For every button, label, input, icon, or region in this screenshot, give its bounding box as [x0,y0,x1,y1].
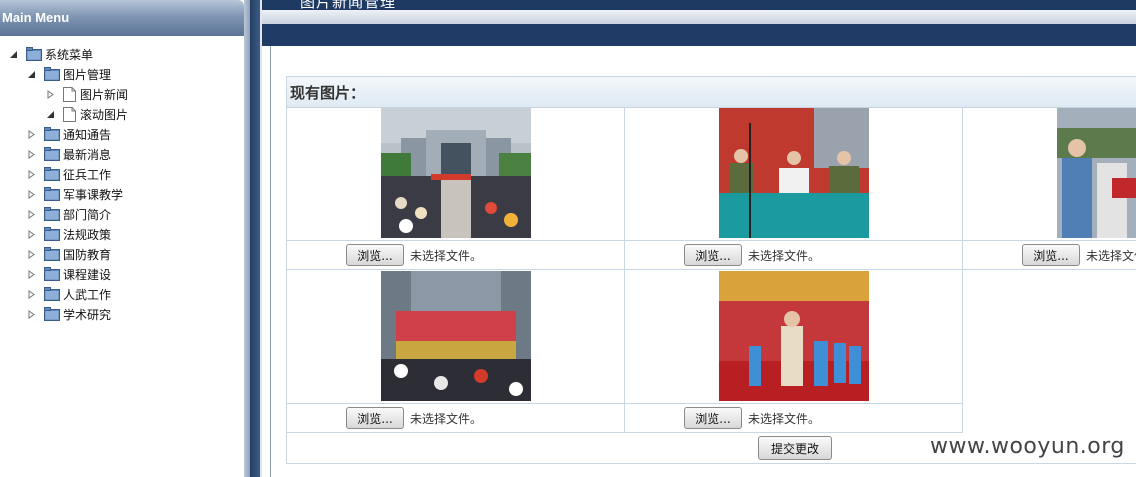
folder-icon [44,267,60,281]
collapsed-arrow-icon[interactable] [28,309,35,319]
tree-item-label: 国防教育 [63,247,112,262]
tree-item-label: 课程建设 [63,267,112,282]
document-icon [63,86,76,102]
picture-cell [287,270,625,404]
collapsed-arrow-icon[interactable] [28,149,35,159]
folder-icon [26,47,42,61]
expanded-arrow-icon[interactable] [10,50,17,58]
tree-item-label: 部门简介 [63,207,112,222]
submit-changes-button[interactable]: 提交更改 [758,436,832,460]
file-input-cell: 浏览... 未选择文件。 [963,241,1136,270]
folder-icon [44,67,60,81]
file-input-cell: 浏览... 未选择文件。 [287,241,625,270]
collapsed-arrow-icon[interactable] [28,269,35,279]
tree-item-picture-news[interactable]: 图片新闻 [47,84,128,104]
sidebar: Main Menu 系统菜单 图片管理 图片新闻 滚动图片 通知通告最新消息征兵… [0,0,246,477]
folder-icon [44,247,60,261]
tree-item[interactable]: 征兵工作 [28,164,111,184]
picture-cell [287,108,625,241]
tree-item-label: 征兵工作 [63,167,112,182]
file-status: 未选择文件。 [410,248,483,263]
tree-root-label: 系统菜单 [45,47,94,62]
collapsed-arrow-icon[interactable] [28,289,35,299]
tree-group-picture-management[interactable]: 图片管理 [28,64,111,84]
tree-item-label: 滚动图片 [80,107,129,122]
picture-thumbnail[interactable] [1057,108,1136,238]
picture-thumbnail[interactable] [719,108,869,238]
tree-item-label: 人武工作 [63,287,112,302]
browse-button[interactable]: 浏览... [346,244,404,266]
document-icon [63,106,76,122]
file-input-cell: 浏览... 未选择文件。 [625,241,963,270]
picture-cell [625,108,963,241]
tree-item[interactable]: 通知通告 [28,124,111,144]
folder-icon [44,127,60,141]
browse-button[interactable]: 浏览... [1022,244,1080,266]
content-border [270,46,271,477]
folder-icon [44,227,60,241]
tree-group-label: 图片管理 [63,67,112,82]
frame-divider [250,0,260,477]
tree-item[interactable]: 人武工作 [28,284,111,304]
tree-item-label: 图片新闻 [80,87,129,102]
browse-button[interactable]: 浏览... [346,407,404,429]
picture-panel: 现有图片： 浏览... 未选择文件。 浏览... 未选择文件。 浏览... 未选… [286,76,1136,464]
picture-thumbnail[interactable] [381,108,531,238]
nav-bar [262,24,1136,46]
sidebar-title: Main Menu [2,10,70,25]
file-input-cell: 浏览... 未选择文件。 [287,404,625,433]
tree-item[interactable]: 部门简介 [28,204,111,224]
file-input[interactable]: 浏览... 未选择文件。 [346,244,482,266]
file-status: 未选择文件。 [1086,248,1136,263]
sub-bar [262,10,1136,24]
frame-divider-highlight [260,0,262,477]
tree-item-label: 军事课教学 [63,187,124,202]
picture-thumbnail[interactable] [381,271,531,401]
folder-icon [44,307,60,321]
collapsed-arrow-icon[interactable] [28,189,35,199]
file-status: 未选择文件。 [748,411,821,426]
file-input[interactable]: 浏览... 未选择文件。 [684,407,820,429]
collapsed-arrow-icon[interactable] [28,249,35,259]
browse-button[interactable]: 浏览... [684,407,742,429]
panel-header: 现有图片： [287,77,1136,108]
file-input[interactable]: 浏览... 未选择文件。 [346,407,482,429]
tree-item[interactable]: 法规政策 [28,224,111,244]
collapsed-arrow-icon[interactable] [28,209,35,219]
tree-item-label: 通知通告 [63,127,112,142]
tree-item-scrolling-pictures[interactable]: 滚动图片 [47,104,128,124]
picture-cell [625,270,963,404]
folder-icon [44,287,60,301]
file-input-cell: 浏览... 未选择文件。 [625,404,963,433]
tree-item[interactable]: 最新消息 [28,144,111,164]
tree-root[interactable]: 系统菜单 [10,44,93,64]
file-input[interactable]: 浏览... 未选择文件。 [1022,244,1136,266]
file-status: 未选择文件。 [410,411,483,426]
folder-icon [44,167,60,181]
tree-item-label: 学术研究 [63,307,112,322]
tree-item[interactable]: 课程建设 [28,264,111,284]
sidebar-header: Main Menu [0,0,244,36]
expanded-arrow-icon[interactable] [47,110,54,118]
folder-icon [44,187,60,201]
picture-thumbnail[interactable] [719,271,869,401]
tree-item-label: 最新消息 [63,147,112,162]
picture-cell [963,108,1136,241]
folder-icon [44,207,60,221]
collapsed-arrow-icon[interactable] [28,129,35,139]
tree-item-label: 法规政策 [63,227,112,242]
file-status: 未选择文件。 [748,248,821,263]
folder-icon [44,147,60,161]
tree-item[interactable]: 军事课教学 [28,184,123,204]
panel-title: 现有图片： [290,84,366,102]
watermark: www.wooyun.org [930,434,1125,459]
file-input[interactable]: 浏览... 未选择文件。 [684,244,820,266]
collapsed-arrow-icon[interactable] [28,169,35,179]
collapsed-arrow-icon[interactable] [47,89,54,99]
collapsed-arrow-icon[interactable] [28,229,35,239]
tree-item[interactable]: 学术研究 [28,304,111,324]
tree-item[interactable]: 国防教育 [28,244,111,264]
expanded-arrow-icon[interactable] [28,70,35,78]
browse-button[interactable]: 浏览... [684,244,742,266]
